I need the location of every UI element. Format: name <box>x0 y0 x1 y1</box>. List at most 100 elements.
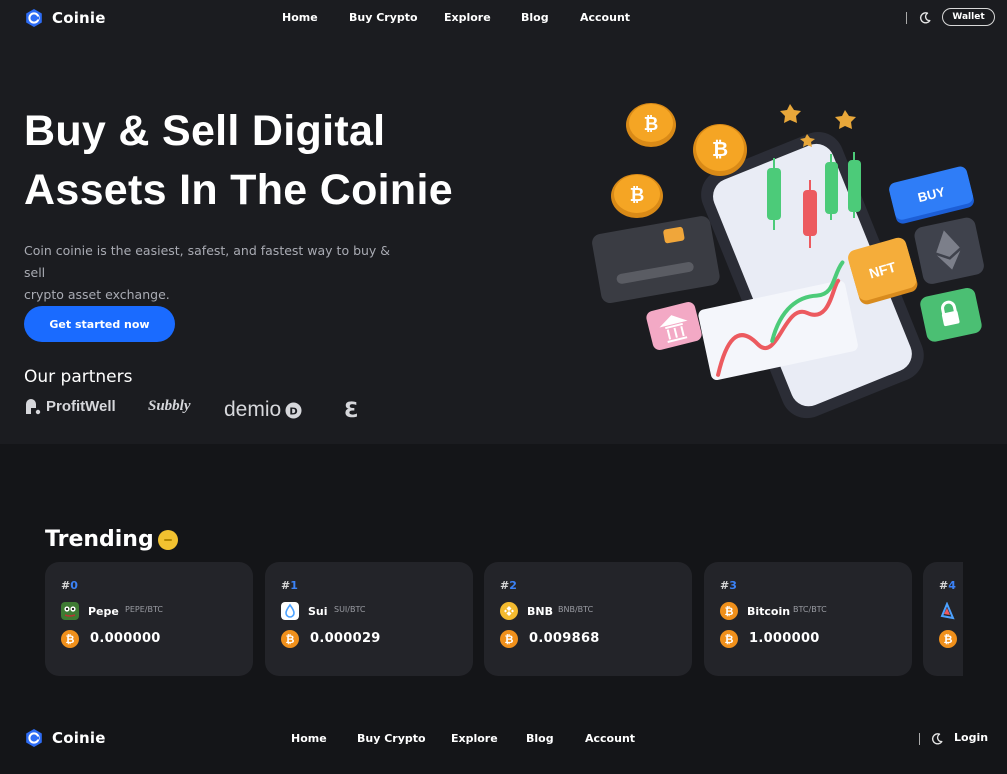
trending-card-bnb[interactable]: #2 BNB BNB/BTC ₿ 0.009868 <box>484 562 692 676</box>
pepe-icon <box>61 602 79 620</box>
wallet-button[interactable]: Wallet <box>942 8 995 26</box>
coin-pair: SUI/BTC <box>334 605 366 614</box>
brand-logo[interactable]: Coinie <box>24 8 106 28</box>
credit-card-illustration <box>592 216 720 304</box>
rank-hash: # <box>61 579 71 592</box>
hero-description-line-1: Coin coinie is the easiest, safest, and … <box>24 243 391 280</box>
trending-title-text: Trending <box>45 527 154 552</box>
nav-blog[interactable]: Blog <box>521 11 549 24</box>
login-link[interactable]: Login <box>954 731 988 744</box>
moon-icon[interactable] <box>918 11 932 25</box>
partner-e-name: ℇ <box>344 398 357 422</box>
trending-rank: #0 <box>61 579 78 592</box>
demio-badge-icon: D <box>285 402 302 418</box>
coin-name: Sui <box>308 605 328 618</box>
coin-price: 0.000000 <box>90 631 161 646</box>
coin-name: BNB <box>527 605 553 618</box>
trending-card-sui[interactable]: #1 Sui SUI/BTC ₿ 0.000029 <box>265 562 473 676</box>
rank-hash: # <box>939 579 949 592</box>
moon-icon[interactable] <box>930 732 944 746</box>
svg-text:₿: ₿ <box>644 114 659 135</box>
trending-rank: #2 <box>500 579 517 592</box>
sui-icon <box>281 602 299 620</box>
trending-card-pepe[interactable]: #0 Pepe PEPE/BTC ₿ 0.000000 <box>45 562 253 676</box>
footer-divider <box>919 733 920 745</box>
hero-title-line-1: Buy & Sell Digital <box>24 107 386 155</box>
bitcoin-icon: ₿ <box>500 630 518 648</box>
svg-text:D: D <box>290 406 298 417</box>
svg-text:₿: ₿ <box>725 605 734 618</box>
nav-buy-crypto[interactable]: Buy Crypto <box>349 11 418 24</box>
rank-number: 4 <box>948 579 956 592</box>
hero-title: Buy & Sell Digital Assets In The Coinie <box>24 102 494 220</box>
bank-tile-illustration <box>646 302 702 350</box>
nav-divider <box>906 12 907 24</box>
coin-pair: BNB/BTC <box>558 605 594 614</box>
rank-number: 0 <box>70 579 78 592</box>
partner-subbly-logo: Subbly <box>148 398 191 415</box>
coinie-logo-icon <box>26 9 42 27</box>
trending-cards: #0 Pepe PEPE/BTC ₿ 0.000000 #1 Sui SUI/B… <box>45 562 963 676</box>
bitcoin-icon: ₿ <box>939 630 957 648</box>
bnb-icon <box>500 602 518 620</box>
coin-price: 0.000029 <box>310 631 381 646</box>
hero-illustration: ₿ ₿ ₿ BUY NFT <box>592 103 984 419</box>
partner-subbly-name: Subbly <box>148 398 191 414</box>
coin-pair: PEPE/BTC <box>125 605 163 614</box>
coinie-logo-icon <box>26 729 42 747</box>
footer-brand-logo[interactable]: Coinie <box>24 728 106 748</box>
rank-number: 1 <box>290 579 298 592</box>
rank-hash: # <box>720 579 730 592</box>
brand-name: Coinie <box>52 9 106 27</box>
trending-rank: #1 <box>281 579 298 592</box>
footer-nav-buy-crypto[interactable]: Buy Crypto <box>357 732 426 745</box>
partner-demio-logo: demio D <box>224 398 302 422</box>
bitcoin-icon: ₿ <box>720 602 738 620</box>
footer: Coinie Home Buy Crypto Explore Blog Acco… <box>0 700 1007 774</box>
trending-card-bitcoin[interactable]: #3 ₿ Bitcoin BTC/BTC ₿ 1.000000 <box>704 562 912 676</box>
bitcoin-icon: ₿ <box>720 630 738 648</box>
rank-hash: # <box>500 579 510 592</box>
nav-home[interactable]: Home <box>282 11 318 24</box>
partner-e-logo: ℇ <box>344 398 357 422</box>
trending-rank: #4 <box>939 579 956 592</box>
lock-tile-illustration <box>920 287 982 342</box>
top-navbar: Coinie Home Buy Crypto Explore Blog Acco… <box>0 0 1007 36</box>
coin-price: 1.000000 <box>749 631 820 646</box>
rank-number: 3 <box>729 579 737 592</box>
get-started-button[interactable]: Get started now <box>24 306 175 342</box>
bitcoin-icon: ₿ <box>281 630 299 648</box>
hero-description-line-2: crypto asset exchange. <box>24 287 170 302</box>
partner-profitwell-name: ProfitWell <box>46 398 116 415</box>
profitwell-icon <box>26 399 41 415</box>
footer-brand-name: Coinie <box>52 729 106 747</box>
trending-rank: #3 <box>720 579 737 592</box>
trending-card-partial[interactable]: #4 ₿ <box>923 562 963 676</box>
svg-text:₿: ₿ <box>630 185 645 206</box>
coin-icon <box>940 602 955 620</box>
trending-emoji-icon <box>157 529 178 550</box>
partners-title: Our partners <box>24 367 133 387</box>
partner-demio-name: demio <box>224 398 282 421</box>
section-divider-band <box>0 444 1007 496</box>
footer-nav-blog[interactable]: Blog <box>526 732 554 745</box>
trending-title: Trending <box>45 527 178 552</box>
coin-name: Pepe <box>88 605 119 618</box>
rank-number: 2 <box>509 579 517 592</box>
footer-nav-home[interactable]: Home <box>291 732 327 745</box>
svg-text:₿: ₿ <box>712 137 728 161</box>
ethereum-tile-illustration <box>914 217 984 284</box>
footer-nav-explore[interactable]: Explore <box>451 732 498 745</box>
hero-title-line-2: Assets In The Coinie <box>24 166 453 214</box>
buy-chip-illustration: BUY <box>889 166 974 224</box>
bitcoin-icon: ₿ <box>61 630 79 648</box>
nav-explore[interactable]: Explore <box>444 11 491 24</box>
hero-description: Coin coinie is the easiest, safest, and … <box>24 240 414 306</box>
footer-nav-account[interactable]: Account <box>585 732 635 745</box>
partner-profitwell-logo: ProfitWell <box>24 398 116 415</box>
nav-account[interactable]: Account <box>580 11 630 24</box>
rank-hash: # <box>281 579 291 592</box>
coin-name: Bitcoin <box>747 605 791 618</box>
coin-price: 0.009868 <box>529 631 600 646</box>
coin-pair: BTC/BTC <box>793 605 827 614</box>
